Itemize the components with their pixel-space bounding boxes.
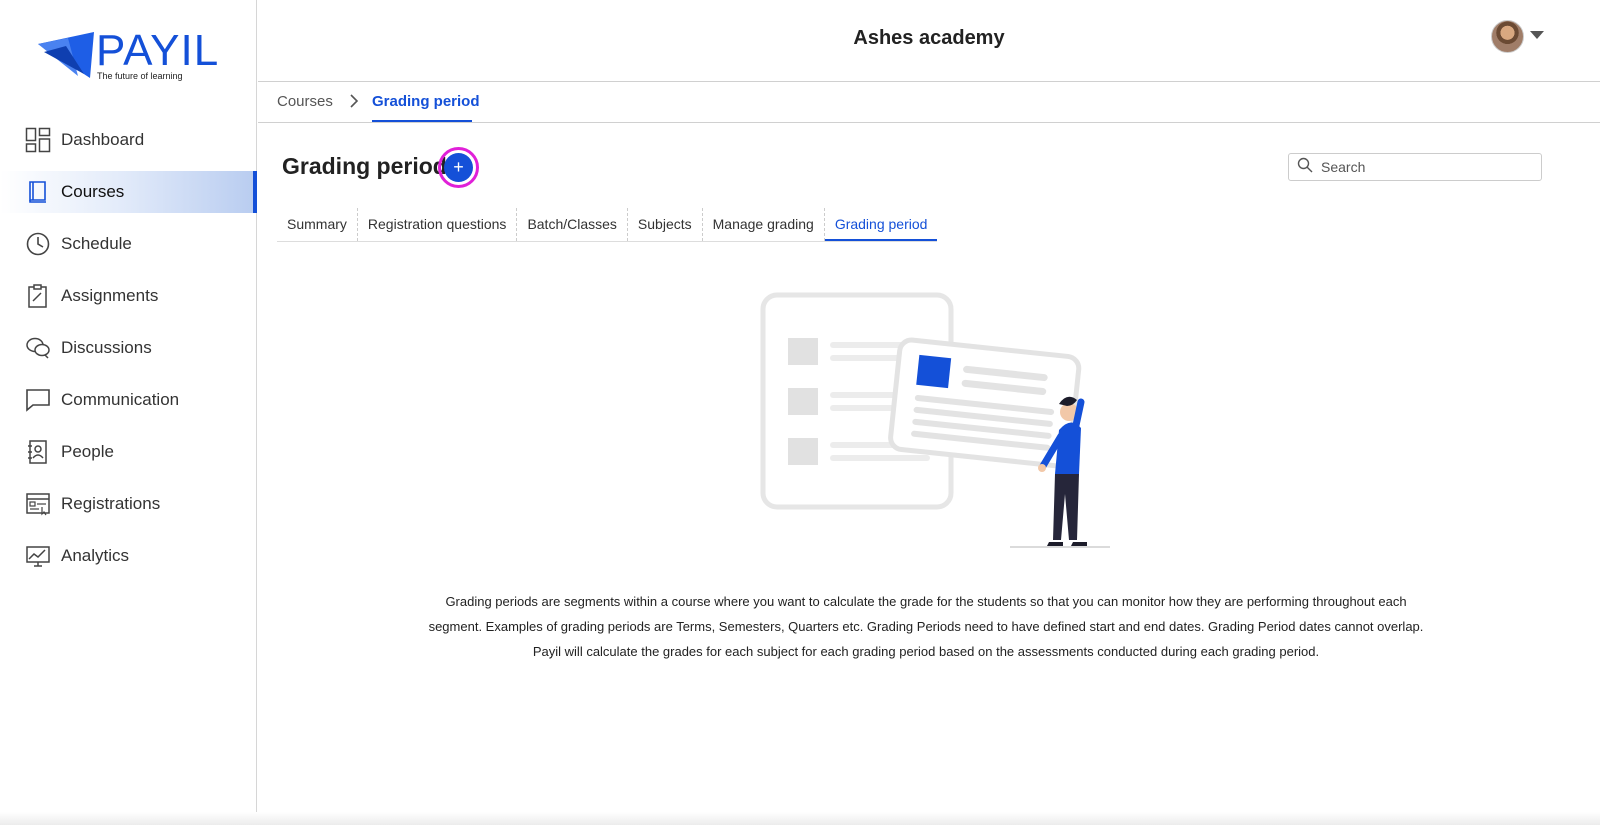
- book-icon: [25, 179, 51, 205]
- tab-batch-classes[interactable]: Batch/Classes: [517, 208, 628, 241]
- bottom-edge: [0, 812, 1600, 825]
- brand-tagline: The future of learning: [97, 71, 183, 81]
- course-tabs: Summary Registration questions Batch/Cla…: [277, 208, 938, 242]
- sidebar-item-courses[interactable]: Courses: [0, 171, 257, 213]
- tab-summary[interactable]: Summary: [277, 208, 358, 241]
- organization-title: Ashes academy: [853, 27, 1005, 49]
- tab-registration-questions[interactable]: Registration questions: [358, 208, 518, 241]
- sidebar-item-schedule[interactable]: Schedule: [0, 223, 257, 265]
- breadcrumb-current: Grading period: [372, 93, 480, 110]
- page-title: Grading period: [282, 153, 447, 179]
- registration-form-icon: [25, 491, 51, 517]
- clock-icon: [25, 231, 51, 257]
- contact-book-icon: [25, 439, 51, 465]
- sidebar-item-label: Analytics: [61, 546, 130, 565]
- logo-mark-icon: [38, 32, 94, 78]
- tab-manage-grading[interactable]: Manage grading: [703, 208, 825, 241]
- breadcrumb-active-indicator: [372, 120, 472, 122]
- user-avatar[interactable]: [1491, 20, 1524, 53]
- brand-name: PAYIL: [96, 26, 220, 75]
- search-box: [1288, 153, 1542, 181]
- search-icon: [1297, 157, 1313, 178]
- message-icon: [25, 387, 51, 413]
- person-holding-card-illustration: [755, 290, 1115, 560]
- breadcrumb: Courses Grading period: [258, 82, 1600, 123]
- dashboard-icon: [25, 127, 51, 153]
- add-grading-period-button[interactable]: +: [438, 147, 479, 188]
- sidebar-item-label: Registrations: [61, 494, 161, 513]
- caret-down-icon[interactable]: [1530, 31, 1544, 39]
- tab-grading-period[interactable]: Grading period: [824, 208, 938, 241]
- sidebar-item-label: Courses: [61, 182, 125, 201]
- sidebar: PAYIL The future of learning Dashboard C…: [0, 0, 257, 825]
- sidebar-item-dashboard[interactable]: Dashboard: [0, 119, 257, 161]
- sidebar-item-analytics[interactable]: Analytics: [0, 535, 257, 577]
- sidebar-item-label: People: [61, 442, 114, 461]
- sidebar-item-discussions[interactable]: Discussions: [0, 327, 257, 369]
- sidebar-item-label: Dashboard: [61, 130, 145, 149]
- sidebar-item-assignments[interactable]: Assignments: [0, 275, 257, 317]
- sidebar-item-people[interactable]: People: [0, 431, 257, 473]
- sidebar-item-label: Assignments: [61, 286, 159, 305]
- plus-icon: +: [444, 153, 473, 182]
- search-input[interactable]: [1321, 159, 1531, 175]
- payil-logo[interactable]: PAYIL The future of learning: [38, 28, 238, 84]
- top-bar: Ashes academy: [258, 0, 1600, 82]
- breadcrumb-courses-link[interactable]: Courses: [277, 93, 333, 110]
- sidebar-item-registrations[interactable]: Registrations: [0, 483, 257, 525]
- sidebar-nav: Dashboard Courses Schedule Assignments D…: [0, 119, 257, 587]
- empty-state-description: Grading periods are segments within a co…: [428, 594, 1424, 659]
- sidebar-item-communication[interactable]: Communication: [0, 379, 257, 421]
- clipboard-icon: [25, 283, 51, 309]
- analytics-icon: [25, 543, 51, 569]
- chat-bubbles-icon: [25, 335, 51, 361]
- sidebar-item-label: Discussions: [61, 338, 152, 357]
- tab-subjects[interactable]: Subjects: [628, 208, 703, 241]
- sidebar-item-label: Schedule: [61, 234, 132, 253]
- chevron-right-icon: [349, 94, 359, 111]
- sidebar-item-label: Communication: [61, 390, 180, 409]
